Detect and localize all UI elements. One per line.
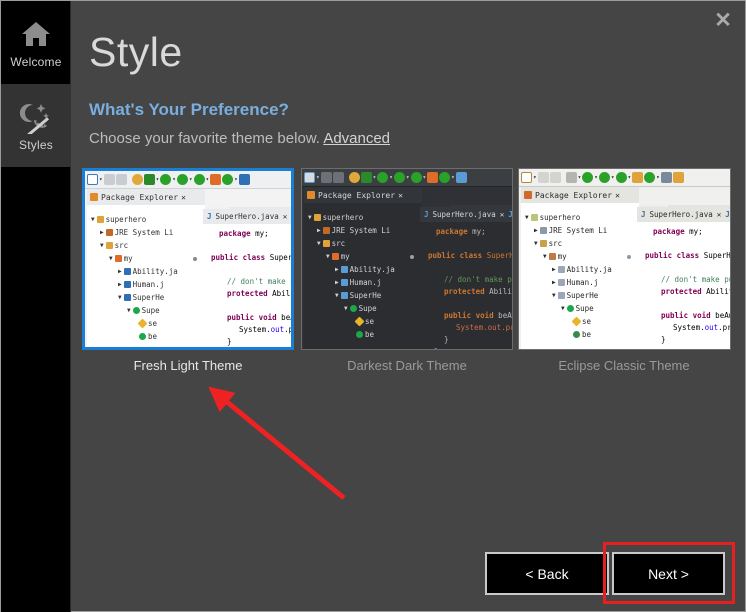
page-title: Style — [89, 29, 183, 76]
sidebar-item-styles[interactable]: Styles — [1, 84, 71, 167]
project-tree: ▼superhero ▶JRE System Li ▼src ▼my ▶Abil… — [304, 203, 422, 341]
preference-subtitle: What's Your Preference? — [89, 100, 289, 120]
theme-card-eclipse-classic[interactable]: ▾ ▾ ▾ ▾ ▾ ▾ Package Explorer ✕ — [518, 168, 731, 350]
tab-close-icon[interactable]: ✕ — [398, 191, 403, 200]
tab-close-icon[interactable]: ✕ — [615, 191, 620, 200]
ide-toolbar: ▾ ▾ ▾ ▾ ▾ ▾ — [85, 171, 291, 189]
ide-toolbar: ▾ ▾ ▾ ▾ ▾ ▾ — [519, 169, 730, 187]
theme-label-eclipse-classic: Eclipse Classic Theme — [518, 358, 730, 373]
advanced-link[interactable]: Advanced — [323, 130, 390, 147]
project-tree: ▼superhero ▶JRE System Li ▼src ▼my ▶Abil… — [87, 205, 205, 343]
ide-toolbar: ▾ ▾ ▾ ▾ ▾ ▾ — [302, 169, 512, 187]
help-text-body: Choose your favorite theme below. — [89, 130, 323, 147]
home-icon — [19, 17, 53, 51]
package-explorer-tab-label: Package Explorer — [318, 191, 395, 200]
ide-preview-light: ▾ ▾ ▾ ▾ ▾ ▾ Package Explorer ✕ — [85, 171, 291, 347]
next-button[interactable]: Next > — [612, 552, 725, 595]
back-button[interactable]: < Back — [485, 552, 609, 595]
package-explorer-tab-label: Package Explorer — [535, 191, 612, 200]
theme-card-darkest-dark[interactable]: ▾ ▾ ▾ ▾ ▾ ▾ Package Explorer ✕ — [301, 168, 513, 350]
ide-preview-classic: ▾ ▾ ▾ ▾ ▾ ▾ Package Explorer ✕ — [519, 169, 730, 349]
sidebar-item-label: Welcome — [10, 55, 61, 69]
theme-label-darkest-dark: Darkest Dark Theme — [301, 358, 513, 373]
help-text: Choose your favorite theme below. Advanc… — [89, 130, 390, 147]
ide-preview-dark: ▾ ▾ ▾ ▾ ▾ ▾ Package Explorer ✕ — [302, 169, 512, 349]
annotation-arrow-icon — [196, 376, 361, 511]
tab-close-icon[interactable]: ✕ — [181, 193, 186, 202]
theme-card-fresh-light[interactable]: ▾ ▾ ▾ ▾ ▾ ▾ Package Explorer ✕ — [82, 168, 294, 350]
style-wizard-window: Welcome Styles ✕ Style What's Your Prefe… — [0, 0, 746, 612]
theme-label-fresh-light: Fresh Light Theme — [82, 358, 294, 373]
close-icon[interactable]: ✕ — [707, 5, 739, 35]
sidebar-item-welcome[interactable]: Welcome — [1, 1, 71, 84]
package-explorer-tab-label: Package Explorer — [101, 193, 178, 202]
project-tree: ▼superhero ▶JRE System Li ▼src ▼my ▶Abil… — [521, 203, 639, 341]
sidebar-item-label: Styles — [19, 138, 53, 152]
sidebar: Welcome Styles — [1, 1, 71, 612]
magic-wand-moon-stars-icon — [19, 100, 53, 134]
